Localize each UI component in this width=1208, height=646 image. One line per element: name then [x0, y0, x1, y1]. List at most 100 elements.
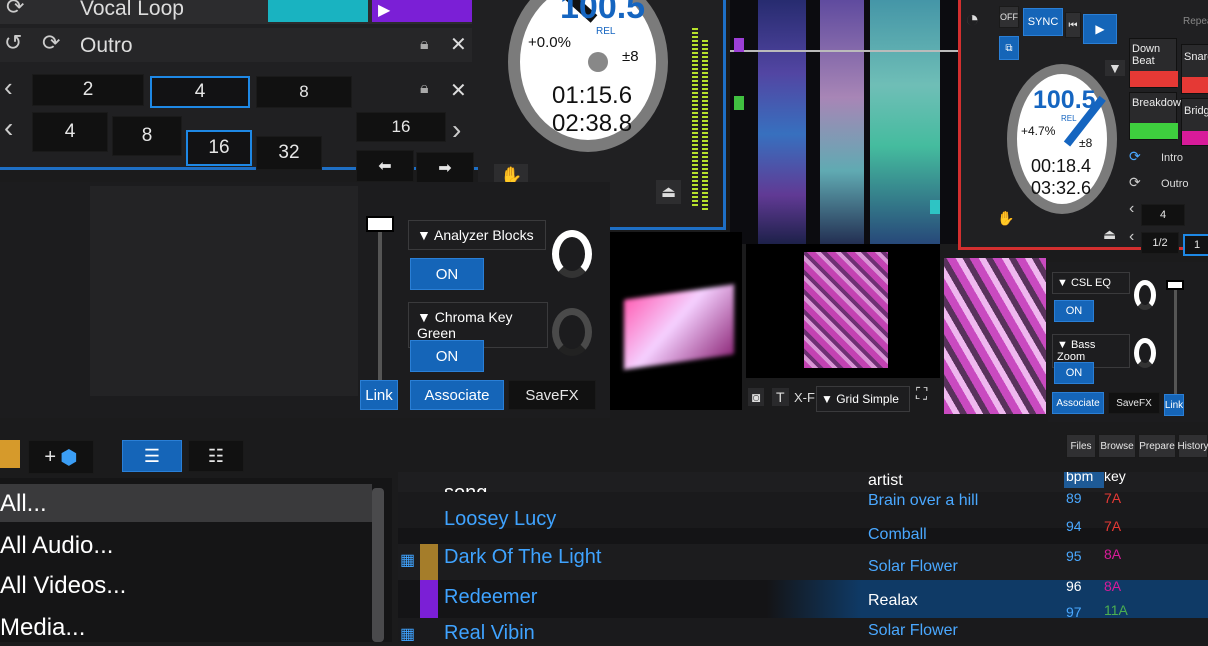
lock-icon[interactable]: 🔒︎: [420, 80, 429, 98]
rewind-icon[interactable]: ↺: [4, 30, 22, 56]
savefx-button[interactable]: SaveFX: [508, 380, 596, 410]
pad-bridge[interactable]: Bridge: [1181, 98, 1208, 146]
chevron-left-icon[interactable]: ‹: [4, 112, 13, 144]
loop-link-button[interactable]: ⧉: [999, 36, 1019, 60]
tab-browse[interactable]: Browse: [1098, 434, 1136, 458]
chevron-right-icon[interactable]: ›: [452, 114, 461, 146]
cue-intro[interactable]: Intro: [1161, 152, 1183, 164]
volume-slider-handle[interactable]: [1166, 280, 1184, 290]
tab-history[interactable]: History: [1177, 434, 1208, 458]
chevron-left-icon[interactable]: ‹: [1129, 200, 1134, 218]
jog-wheel[interactable]: 100.5 REL +0.0% ±8 01:15.6 02:38.8: [508, 0, 668, 152]
transition-select[interactable]: ▼ Grid Simple: [816, 386, 910, 412]
eject-icon[interactable]: ⏏: [656, 180, 682, 204]
sidebar-item-all-videos[interactable]: All Videos...: [0, 566, 372, 604]
loop-size-button[interactable]: 2: [32, 74, 144, 106]
camera-icon[interactable]: ◙: [748, 388, 765, 406]
fx1-on-button[interactable]: ON: [1054, 300, 1094, 322]
sidebar-item-label: All Videos...: [0, 572, 127, 599]
column-header-key[interactable]: key: [1104, 472, 1126, 484]
pad-downbeat[interactable]: Down Beat: [1129, 38, 1178, 88]
pad-snare[interactable]: Snare: [1181, 44, 1208, 94]
jog-wheel-right[interactable]: 100.5 REL +4.7% ±8 00:18.4 03:32.6: [1007, 64, 1117, 214]
chevron-left-icon[interactable]: ‹: [4, 72, 13, 103]
video-preview-left[interactable]: [610, 232, 742, 410]
column-header-bpm[interactable]: bpm: [1066, 472, 1093, 484]
knob-icon[interactable]: ◔: [965, 6, 980, 34]
sidebar-item-media[interactable]: Media...: [0, 608, 372, 646]
loop-move-forward-button[interactable]: ➡: [416, 152, 474, 184]
loop-size-button[interactable]: 16: [356, 112, 446, 142]
video-preview-right[interactable]: [944, 258, 1046, 414]
cue-icon[interactable]: ⟳: [1129, 174, 1141, 191]
cue-marker-cyan: [930, 200, 940, 214]
sync-button[interactable]: SYNC: [1023, 8, 1063, 36]
table-row[interactable]: Loosey Lucy Brain over a hill 89 7A: [398, 490, 1208, 530]
link-button[interactable]: Link: [360, 380, 398, 410]
loop-size-button[interactable]: 4: [1141, 204, 1185, 226]
sidebar-item-all-audio[interactable]: All Audio...: [0, 526, 372, 564]
video-preview-center[interactable]: [746, 244, 940, 378]
loop-size-button-selected[interactable]: 16: [186, 130, 252, 166]
table-row-selected[interactable]: Redeemer Realax 96 8A: [420, 578, 1208, 618]
text-icon[interactable]: T: [772, 388, 789, 406]
eject-icon[interactable]: ⏏: [1103, 226, 1116, 243]
cue-marker-green: [734, 96, 744, 110]
chevron-left-icon[interactable]: ‹: [1129, 228, 1134, 246]
associate-button[interactable]: Associate: [1052, 392, 1104, 414]
waveform-area[interactable]: [730, 0, 958, 244]
cue-outro[interactable]: Outro: [1161, 178, 1189, 190]
play-button[interactable]: ▶: [1083, 14, 1117, 44]
loop-slot-vocal[interactable]: ⟳ Vocal Loop ▶: [0, 0, 472, 24]
detail-view-button[interactable]: ☷: [188, 440, 244, 472]
loop-frac-button[interactable]: 1/2: [1141, 232, 1179, 254]
loop-size-button[interactable]: 8: [256, 76, 352, 108]
off-button[interactable]: OFF: [999, 6, 1019, 28]
folder-icon[interactable]: [0, 440, 20, 468]
fx2-knob[interactable]: [552, 308, 592, 356]
loop-one-button[interactable]: 1: [1183, 234, 1208, 256]
fx2-on-button[interactable]: ON: [410, 340, 484, 372]
fx2-knob[interactable]: [1134, 338, 1156, 368]
add-sampler-button[interactable]: + ⬢: [28, 440, 94, 474]
link-button[interactable]: Link: [1164, 394, 1184, 416]
sidebar-scrollbar[interactable]: [372, 488, 384, 642]
volume-slider-track[interactable]: [378, 218, 382, 394]
fx1-name[interactable]: ▼ Analyzer Blocks: [408, 220, 546, 250]
repeat-label[interactable]: Repeat: [1183, 16, 1208, 27]
pad-breakdown[interactable]: Breakdown: [1129, 92, 1187, 140]
close-icon[interactable]: ✕: [450, 32, 467, 57]
volume-slider-handle[interactable]: [366, 216, 394, 232]
lock-icon[interactable]: 🔒︎: [420, 36, 429, 54]
crossfader-label[interactable]: X-F: [794, 390, 815, 405]
fx1-knob[interactable]: [552, 230, 592, 278]
savefx-button[interactable]: SaveFX: [1108, 392, 1160, 414]
play-icon[interactable]: ▶: [378, 0, 390, 20]
chevron-down-icon[interactable]: ▼: [1105, 60, 1125, 76]
table-row[interactable]: ▦ Real Vibin Solar Flower 97 11A: [398, 602, 1208, 642]
loop-slot-outro[interactable]: ↺ ⟳ Outro 🔒︎ ✕: [0, 28, 472, 62]
fx2-on-button[interactable]: ON: [1054, 362, 1094, 384]
table-row[interactable]: ▦ Dark Of The Light Solar Flower 95 8A: [398, 544, 1208, 580]
column-header-artist[interactable]: artist: [868, 472, 903, 490]
loop-icon[interactable]: ⟳: [42, 30, 60, 56]
associate-button[interactable]: Associate: [410, 380, 504, 410]
loop-size-button[interactable]: 8: [112, 116, 182, 156]
fx1-on-button[interactable]: ON: [410, 258, 484, 290]
close-icon[interactable]: ✕: [450, 78, 467, 103]
loop-size-button-selected[interactable]: 4: [150, 76, 250, 108]
volume-slider-track[interactable]: [1174, 284, 1177, 394]
loop-size-button[interactable]: 4: [32, 112, 108, 152]
skip-back-button[interactable]: ⏮: [1065, 12, 1081, 38]
fullscreen-icon[interactable]: ⛶: [916, 386, 927, 404]
hand-tool-icon[interactable]: ✋: [997, 210, 1014, 227]
fx1-name[interactable]: ▼ CSL EQ: [1052, 272, 1130, 294]
list-view-button[interactable]: ☰: [122, 440, 182, 472]
fx1-knob[interactable]: [1134, 280, 1156, 310]
tab-files[interactable]: Files: [1066, 434, 1096, 458]
tab-prepare[interactable]: Prepare: [1138, 434, 1176, 458]
sidebar-item-all[interactable]: All...: [0, 484, 372, 522]
loop-move-back-button[interactable]: ⬅: [356, 150, 414, 182]
cue-icon[interactable]: ⟳: [1129, 148, 1141, 165]
loop-size-button[interactable]: 32: [256, 136, 322, 170]
